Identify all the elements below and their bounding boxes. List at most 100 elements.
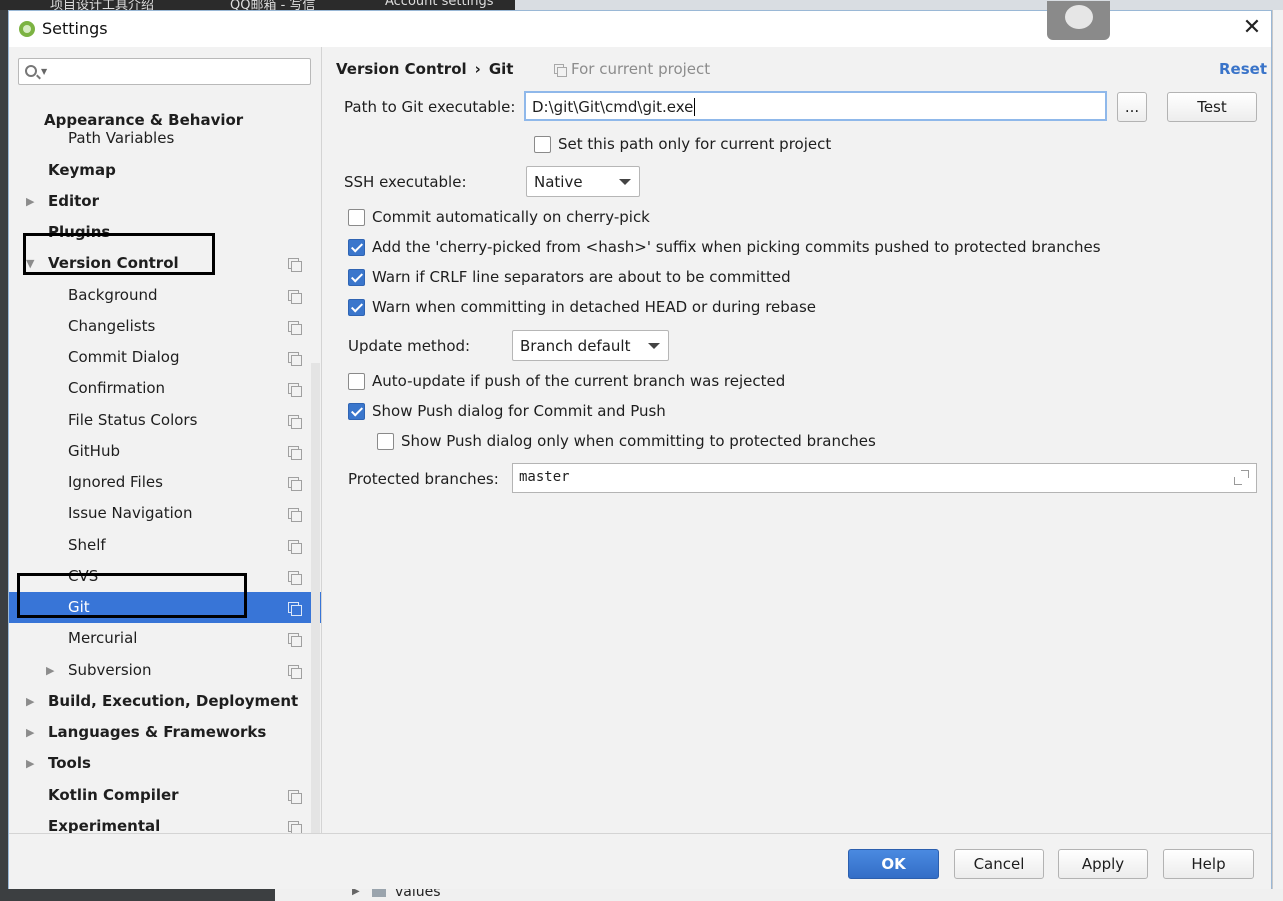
- cherry-suffix-checkbox[interactable]: [348, 239, 365, 256]
- commit-cherry-pick-checkbox[interactable]: [348, 209, 365, 226]
- protected-branches-label: Protected branches:: [348, 470, 499, 488]
- protected-branches-value: master: [519, 469, 570, 485]
- show-push-protected-option[interactable]: Show Push dialog only when committing to…: [377, 432, 977, 454]
- ssh-executable-select[interactable]: Native: [526, 166, 640, 197]
- android-studio-icon: [19, 21, 35, 37]
- protected-branches-input[interactable]: master: [512, 463, 1257, 493]
- warn-detached-checkbox[interactable]: [348, 299, 365, 316]
- chevron-down-icon: [648, 343, 660, 349]
- commit-cherry-pick-label: Commit automatically on cherry-pick: [372, 208, 650, 226]
- background-right-strip: [1272, 10, 1283, 901]
- sidebar-item-commit-dialog[interactable]: Commit Dialog: [9, 342, 321, 373]
- close-icon[interactable]: ✕: [1241, 17, 1263, 39]
- project-scope-icon: [288, 540, 302, 554]
- background-tab-1: 项目设计工具介绍: [50, 0, 155, 10]
- expand-icon[interactable]: [1234, 470, 1249, 485]
- breadcrumb-parent[interactable]: Version Control: [336, 60, 467, 78]
- expand-arrow-icon[interactable]: ▶: [26, 726, 34, 739]
- update-method-select[interactable]: Branch default: [512, 330, 669, 361]
- sidebar-item-label: Ignored Files: [68, 473, 163, 491]
- sidebar-item-label: Issue Navigation: [68, 504, 193, 522]
- sidebar-item-kotlin-compiler[interactable]: Kotlin Compiler: [9, 780, 321, 811]
- project-scope-note: For current project: [554, 60, 710, 78]
- show-push-checkbox[interactable]: [348, 403, 365, 420]
- project-scope-icon: [288, 258, 302, 272]
- chevron-down-icon[interactable]: ▼: [41, 67, 47, 76]
- search-input[interactable]: [51, 61, 301, 82]
- breadcrumb-separator-icon: ›: [474, 60, 481, 78]
- screen-overlay-thumbnail: [1047, 1, 1110, 40]
- background-tree-label: values: [395, 889, 441, 900]
- sidebar-item-file-status-colors[interactable]: File Status Colors: [9, 405, 321, 436]
- warn-crlf-option[interactable]: Warn if CRLF line separators are about t…: [348, 268, 948, 290]
- sidebar-item-keymap[interactable]: Keymap: [9, 155, 321, 186]
- search-box[interactable]: ▼: [18, 58, 311, 85]
- sidebar-item-github[interactable]: GitHub: [9, 436, 321, 467]
- git-path-label: Path to Git executable:: [344, 98, 516, 116]
- project-scope-icon: [288, 821, 302, 835]
- git-settings-panel: Version Control › Git For current project …: [323, 47, 1271, 833]
- settings-sidebar: ▼ Appearance & Behavior Path Variables K…: [9, 47, 322, 841]
- sidebar-item-changelists[interactable]: Changelists: [9, 311, 321, 342]
- show-push-option[interactable]: Show Push dialog for Commit and Push: [348, 402, 948, 424]
- sidebar-item-confirmation[interactable]: Confirmation: [9, 373, 321, 404]
- expand-arrow-icon[interactable]: ▶: [26, 757, 34, 770]
- browse-button[interactable]: ...: [1117, 92, 1147, 122]
- background-bottom-strip: ▶ values: [0, 889, 1283, 901]
- search-icon: [25, 65, 37, 77]
- dialog-title: Settings: [42, 19, 108, 38]
- path-only-project-option[interactable]: Set this path only for current project: [534, 135, 934, 157]
- dialog-footer: OK Cancel Apply Help: [9, 833, 1271, 889]
- expand-arrow-icon[interactable]: ▶: [26, 195, 34, 208]
- sidebar-item-appearance-behavior[interactable]: Appearance & Behavior: [9, 107, 321, 129]
- cherry-suffix-label: Add the 'cherry-picked from <hash>' suff…: [372, 238, 1101, 256]
- show-push-protected-checkbox[interactable]: [377, 433, 394, 450]
- ssh-executable-value: Native: [534, 173, 583, 191]
- sidebar-item-editor[interactable]: ▶ Editor: [9, 186, 321, 217]
- sidebar-item-label: Editor: [48, 192, 99, 210]
- breadcrumb: Version Control › Git: [336, 60, 513, 78]
- chevron-down-icon: [619, 179, 631, 185]
- sidebar-item-label: Keymap: [48, 161, 116, 179]
- auto-update-option[interactable]: Auto-update if push of the current branc…: [348, 372, 948, 394]
- project-scope-icon: [288, 790, 302, 804]
- help-button[interactable]: Help: [1163, 849, 1254, 879]
- test-button[interactable]: Test: [1167, 92, 1257, 122]
- title-bar[interactable]: Settings ✕: [9, 1, 1271, 47]
- cancel-button[interactable]: Cancel: [954, 849, 1044, 879]
- sidebar-scrollbar[interactable]: [311, 363, 320, 841]
- project-scope-icon: [288, 446, 302, 460]
- project-scope-icon: [288, 290, 302, 304]
- auto-update-checkbox[interactable]: [348, 373, 365, 390]
- cherry-suffix-option[interactable]: Add the 'cherry-picked from <hash>' suff…: [348, 238, 1248, 260]
- sidebar-item-build-execution-deployment[interactable]: ▶ Build, Execution, Deployment: [9, 686, 321, 717]
- expand-arrow-icon[interactable]: ▶: [46, 664, 54, 677]
- expand-arrow-icon[interactable]: ▶: [26, 695, 34, 708]
- project-scope-icon: [288, 352, 302, 366]
- project-scope-icon: [288, 321, 302, 335]
- sidebar-item-label: File Status Colors: [68, 411, 198, 429]
- sidebar-item-tools[interactable]: ▶ Tools: [9, 748, 321, 779]
- commit-cherry-pick-option[interactable]: Commit automatically on cherry-pick: [348, 208, 948, 230]
- sidebar-item-languages-frameworks[interactable]: ▶ Languages & Frameworks: [9, 717, 321, 748]
- sidebar-item-mercurial[interactable]: Mercurial: [9, 623, 321, 654]
- sidebar-item-ignored-files[interactable]: Ignored Files: [9, 467, 321, 498]
- apply-button[interactable]: Apply: [1058, 849, 1148, 879]
- sidebar-item-label: Path Variables: [68, 129, 175, 147]
- sidebar-item-label: Languages & Frameworks: [48, 723, 267, 741]
- sidebar-item-background[interactable]: Background: [9, 280, 321, 311]
- warn-crlf-checkbox[interactable]: [348, 269, 365, 286]
- reset-link[interactable]: Reset: [1219, 60, 1267, 78]
- auto-update-label: Auto-update if push of the current branc…: [372, 372, 786, 390]
- warn-detached-option[interactable]: Warn when committing in detached HEAD or…: [348, 298, 948, 320]
- path-only-project-checkbox[interactable]: [534, 136, 551, 153]
- sidebar-item-shelf[interactable]: Shelf: [9, 530, 321, 561]
- git-path-input[interactable]: D:\git\Git\cmd\git.exe: [524, 91, 1107, 121]
- sidebar-item-subversion[interactable]: ▶ Subversion: [9, 655, 321, 686]
- sidebar-item-path-variables[interactable]: Path Variables: [9, 127, 321, 149]
- sidebar-item-label: Shelf: [68, 536, 106, 554]
- project-scope-icon: [288, 602, 302, 616]
- ok-button[interactable]: OK: [848, 849, 939, 879]
- sidebar-item-issue-navigation[interactable]: Issue Navigation: [9, 498, 321, 529]
- sidebar-item-label: Confirmation: [68, 379, 166, 397]
